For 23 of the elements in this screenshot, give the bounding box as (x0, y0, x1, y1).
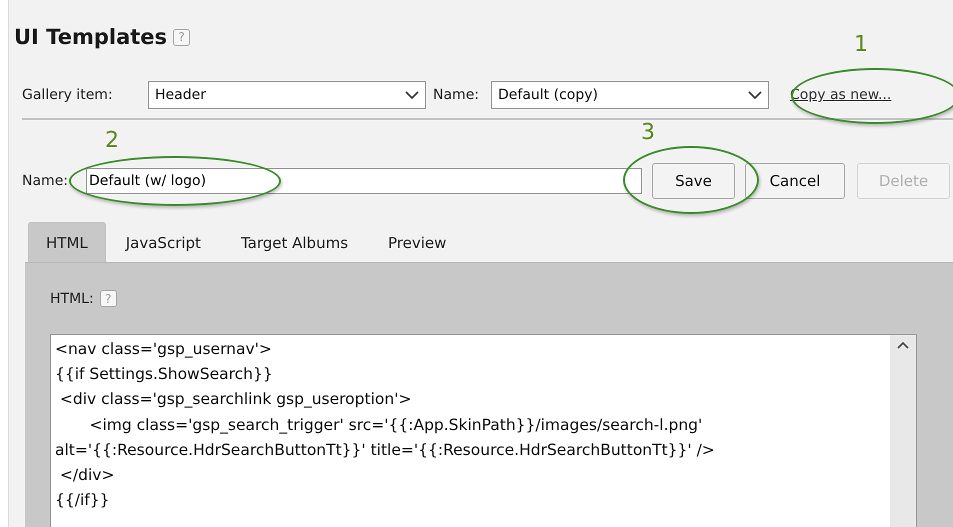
action-button[interactable]: Cancel (745, 163, 845, 199)
annotation-number: 1 (854, 32, 868, 57)
tab[interactable]: Target Albums (220, 222, 368, 262)
tab[interactable]: JavaScript (106, 222, 221, 262)
gallery-item-select[interactable]: Header (148, 81, 426, 109)
name-select[interactable]: Default (copy) (491, 81, 769, 109)
chevron-up-icon (897, 341, 909, 349)
annotation-number: 3 (641, 120, 655, 145)
code-field[interactable] (50, 334, 917, 527)
chevron-down-icon (405, 90, 419, 100)
annotation-number: 2 (105, 128, 119, 153)
name-label: Name: (433, 87, 480, 103)
name-field[interactable]: Default (w/ logo) (86, 168, 642, 194)
name-label: Name: (22, 173, 70, 189)
code-text: <nav class='gsp_usernav'> {{if Settings.ShowSearch}} <div class='gsp_searchlink gsp_useroption'> <img class='gsp_search_trigger' src='{{:App.SkinPath}}/images/search-l.png' alt='{{:Resource.HdrSearchButtonTt}}' title='{{:Resource.HdrSearchButtonTt}}' /> </div> {{/if}} (54, 339, 716, 512)
tab[interactable]: HTML (28, 222, 106, 262)
page-title: UI Templates (14, 25, 168, 49)
action-button[interactable]: Save (652, 163, 735, 199)
gallery-item-label: Gallery item: (22, 87, 114, 103)
scrollbar[interactable] (890, 335, 916, 527)
tab[interactable]: Preview (368, 222, 466, 262)
chevron-down-icon (748, 90, 762, 100)
html-label: HTML: (50, 290, 94, 306)
